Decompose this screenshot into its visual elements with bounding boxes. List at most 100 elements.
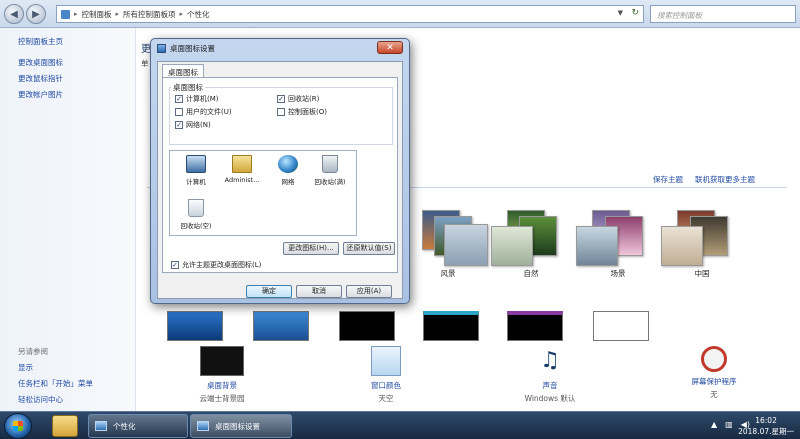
change-icon-button[interactable]: 更改图标(H)... — [283, 242, 339, 255]
desktop-icon-settings-dialog: 桌面图标设置 ✕ 桌面图标 桌面图标 ✓ 计算机(M) ✓ 回收站(R) 用户的… — [150, 38, 410, 304]
breadcrumb-item[interactable]: 所有控制面板项 — [123, 9, 176, 20]
icon-item-user[interactable]: Administ... — [220, 155, 264, 184]
theme-thumbnail[interactable] — [507, 311, 563, 341]
theme-thumbnail[interactable] — [253, 311, 309, 341]
checkbox-box[interactable]: ✓ — [175, 95, 183, 103]
control-panel-icon — [61, 9, 70, 19]
theme-thumbnail[interactable] — [423, 311, 479, 341]
taskbar-item-personalization[interactable]: 个性化 — [88, 414, 188, 438]
chevron-up-icon[interactable]: ▲ — [711, 420, 717, 429]
network-checkbox[interactable]: ✓ 网络(N) — [175, 120, 211, 130]
apply-button[interactable]: 应用(A) — [346, 285, 392, 298]
recycle-bin-checkbox[interactable]: ✓ 回收站(R) — [277, 94, 319, 104]
recycle-bin-empty-icon — [188, 199, 204, 217]
dialog-title-bar[interactable]: 桌面图标设置 — [157, 43, 215, 54]
dialog-title: 桌面图标设置 — [170, 44, 215, 53]
checkbox-label: 允许主题更改桌面图标(L) — [182, 261, 262, 269]
dialog-icon — [157, 44, 166, 53]
setting-label[interactable]: 窗口颜色 — [331, 380, 441, 391]
control-panel-checkbox[interactable]: 控制面板(O) — [277, 107, 327, 117]
desktop-icon-list[interactable]: 计算机 Administ... 网络 回收站(满) 回收站(空) — [169, 150, 357, 236]
ok-button[interactable]: 确定 — [246, 285, 292, 298]
close-icon: ✕ — [386, 42, 394, 53]
change-desktop-icons-link[interactable]: 更改桌面图标 — [18, 57, 63, 68]
restore-default-button[interactable]: 还原默认值(S) — [343, 242, 395, 255]
display-link[interactable]: 显示 — [18, 362, 33, 373]
theme-name: 风景 — [440, 269, 456, 278]
checkbox-box[interactable] — [277, 108, 285, 116]
search-input[interactable]: 搜索控制面板 — [650, 5, 796, 23]
breadcrumb-separator: ▸ — [179, 10, 184, 18]
address-bar[interactable]: ▸ 控制面板 ▸ 所有控制面板项 ▸ 个性化 ▼ ↻ — [56, 5, 644, 23]
clock-time: 16:02 — [755, 416, 777, 425]
forward-button[interactable]: ▶ — [26, 4, 46, 24]
desktop-background-setting[interactable]: 桌面背景 云端士背景园 — [167, 342, 277, 404]
checkbox-label: 网络(N) — [186, 121, 211, 129]
back-button[interactable]: ◀ — [4, 4, 24, 24]
clock-date: 2018.07.星期一 — [738, 427, 794, 436]
checkbox-box[interactable]: ✓ — [277, 95, 285, 103]
icon-item-computer[interactable]: 计算机 — [174, 155, 218, 186]
theme-thumbnail — [444, 224, 488, 266]
computer-icon — [186, 155, 206, 173]
computer-checkbox[interactable]: ✓ 计算机(M) — [175, 94, 219, 104]
change-mouse-pointers-link[interactable]: 更改鼠标指针 — [18, 73, 63, 84]
cancel-button[interactable]: 取消 — [296, 285, 342, 298]
setting-label[interactable]: 声音 — [495, 380, 605, 391]
desktop-background-icon — [200, 346, 244, 376]
save-theme-link[interactable]: 保存主题 — [653, 174, 683, 185]
icon-item-network[interactable]: 网络 — [266, 155, 310, 186]
window-color-setting[interactable]: 窗口颜色 天空 — [331, 342, 441, 404]
sounds-setting[interactable]: ♫ 声音 Windows 默认 — [495, 342, 605, 404]
icon-label: Administ... — [224, 176, 260, 184]
change-account-picture-link[interactable]: 更改帐户图片 — [18, 89, 63, 100]
close-button[interactable]: ✕ — [377, 41, 403, 54]
icon-label: 回收站(空) — [180, 222, 212, 230]
window-icon — [95, 421, 107, 431]
refresh-icon[interactable]: ↻ — [631, 8, 639, 18]
see-also-heading: 另请参阅 — [18, 347, 48, 356]
icon-item-recycle-empty[interactable]: 回收站(空) — [174, 199, 218, 230]
chevron-down-icon[interactable]: ▼ — [618, 9, 623, 17]
dialog-body: 桌面图标 桌面图标 ✓ 计算机(M) ✓ 回收站(R) 用户的文件(U) 控制面… — [157, 61, 403, 299]
checkbox-box[interactable]: ✓ — [175, 121, 183, 129]
setting-label[interactable]: 屏幕保护程序 — [659, 376, 769, 387]
checkbox-label: 控制面板(O) — [288, 108, 327, 116]
taskbar-start-menu-link[interactable]: 任务栏和「开始」菜单 — [18, 378, 93, 389]
tab-panel: 桌面图标 ✓ 计算机(M) ✓ 回收站(R) 用户的文件(U) 控制面板(O) … — [162, 77, 398, 273]
breadcrumb-item[interactable]: 个性化 — [187, 9, 210, 20]
page-subtitle: 单 — [141, 59, 149, 68]
checkbox-box[interactable]: ✓ — [171, 261, 179, 269]
setting-label[interactable]: 桌面背景 — [167, 380, 277, 391]
theme-name: 自然 — [523, 269, 539, 278]
task-label: 个性化 — [113, 421, 136, 431]
icon-label: 网络 — [281, 178, 295, 186]
theme-thumbnail[interactable] — [593, 311, 649, 341]
network-tray-icon[interactable]: ▥ — [725, 420, 733, 429]
theme-thumbnail[interactable] — [339, 311, 395, 341]
ease-of-access-link[interactable]: 轻松访问中心 — [18, 394, 63, 405]
clock[interactable]: 16:02 2018.07.星期一 — [738, 415, 794, 437]
allow-themes-checkbox[interactable]: ✓ 允许主题更改桌面图标(L) — [171, 260, 261, 270]
icon-label: 计算机 — [186, 178, 206, 186]
icon-item-recycle-full[interactable]: 回收站(满) — [308, 155, 352, 186]
network-icon — [278, 155, 298, 173]
checkbox-box[interactable] — [175, 108, 183, 116]
user-files-checkbox[interactable]: 用户的文件(U) — [175, 107, 232, 117]
theme-thumbnail[interactable] — [167, 311, 223, 341]
taskbar-item-desktop-icons[interactable]: 桌面图标设置 — [190, 414, 292, 438]
checkbox-label: 用户的文件(U) — [186, 108, 232, 116]
left-pane: 控制面板主页 更改桌面图标 更改鼠标指针 更改帐户图片 另请参阅 显示 任务栏和… — [0, 28, 136, 411]
get-more-themes-link[interactable]: 联机获取更多主题 — [695, 174, 755, 185]
task-label: 桌面图标设置 — [215, 421, 260, 431]
screensaver-setting[interactable]: 屏幕保护程序 无 — [659, 342, 769, 400]
setting-value: 云端士背景园 — [199, 394, 245, 403]
window-color-icon — [371, 346, 401, 376]
start-button[interactable] — [4, 413, 32, 439]
group-title: 桌面图标 — [171, 82, 205, 93]
theme-thumbnail — [661, 226, 703, 266]
breadcrumb-item[interactable]: 控制面板 — [82, 9, 112, 20]
setting-value: 无 — [710, 390, 718, 399]
folder-taskbar-icon[interactable] — [52, 415, 78, 437]
control-panel-home-link[interactable]: 控制面板主页 — [18, 36, 63, 47]
